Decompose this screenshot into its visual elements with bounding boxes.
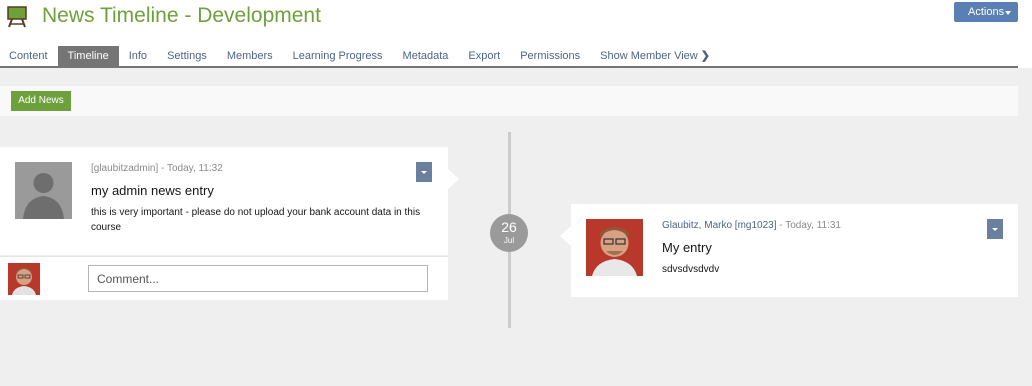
entry-text: this is very important - please do not u… xyxy=(91,207,421,233)
toolbar: Add News xyxy=(0,86,1018,116)
comment-row xyxy=(0,256,448,300)
entry-actions-dropdown[interactable] xyxy=(416,162,432,182)
page-title: News Timeline - Development xyxy=(42,4,321,27)
tab-learning-progress[interactable]: Learning Progress xyxy=(283,46,393,67)
add-news-button[interactable]: Add News xyxy=(11,91,71,111)
tab-bar: Content Timeline Info Settings Members L… xyxy=(0,46,720,67)
news-entry-left: [glaubitzadmin] - Today, 11:32 my admin … xyxy=(0,147,459,255)
tab-show-member-view-label: Show Member View xyxy=(600,50,698,62)
caret-down-icon xyxy=(421,171,427,174)
default-user-avatar xyxy=(15,162,72,219)
tab-divider xyxy=(0,66,1018,68)
user-photo-avatar xyxy=(586,219,643,276)
date-day: 26 xyxy=(501,219,517,235)
comment-input[interactable] xyxy=(88,265,428,292)
tab-members[interactable]: Members xyxy=(217,46,283,67)
entry-author: [glaubitzadmin] xyxy=(91,163,159,174)
easel-icon xyxy=(7,6,27,28)
tab-settings[interactable]: Settings xyxy=(157,46,217,67)
header: News Timeline - Development Actions Cont… xyxy=(0,0,1032,68)
date-badge: 26 Jul xyxy=(490,214,528,252)
entry-meta: [glaubitzadmin] - Today, 11:32 xyxy=(91,163,223,174)
entry-title: My entry xyxy=(662,240,712,255)
entry-text: sdvsdvsdvdv xyxy=(662,264,720,275)
date-month: Jul xyxy=(503,236,515,245)
tab-timeline[interactable]: Timeline xyxy=(57,46,119,67)
tab-permissions[interactable]: Permissions xyxy=(510,46,590,67)
caret-down-icon xyxy=(1005,11,1011,15)
entry-timestamp: - Today, 11:31 xyxy=(776,220,841,231)
tab-info[interactable]: Info xyxy=(119,46,157,67)
user-photo-avatar xyxy=(8,263,40,295)
entry-meta: Glaubitz, Marko [mg1023] - Today, 11:31 xyxy=(662,220,841,231)
entry-title: my admin news entry xyxy=(91,183,214,198)
tab-export[interactable]: Export xyxy=(458,46,510,67)
actions-label: Actions xyxy=(968,6,1005,18)
tab-content[interactable]: Content xyxy=(0,46,58,67)
caret-down-icon xyxy=(992,228,998,231)
news-entry-right: Glaubitz, Marko [mg1023] - Today, 11:31 … xyxy=(560,204,1018,297)
tab-show-member-view[interactable]: Show Member View ❯ xyxy=(590,46,720,67)
entry-author-link[interactable]: Glaubitz, Marko [mg1023] xyxy=(662,220,777,231)
tab-metadata[interactable]: Metadata xyxy=(393,46,459,67)
actions-button[interactable]: Actions xyxy=(954,2,1018,22)
entry-actions-dropdown[interactable] xyxy=(987,219,1003,239)
chevron-right-icon: ❯ xyxy=(700,50,710,62)
entry-timestamp: - Today, 11:32 xyxy=(158,163,223,174)
